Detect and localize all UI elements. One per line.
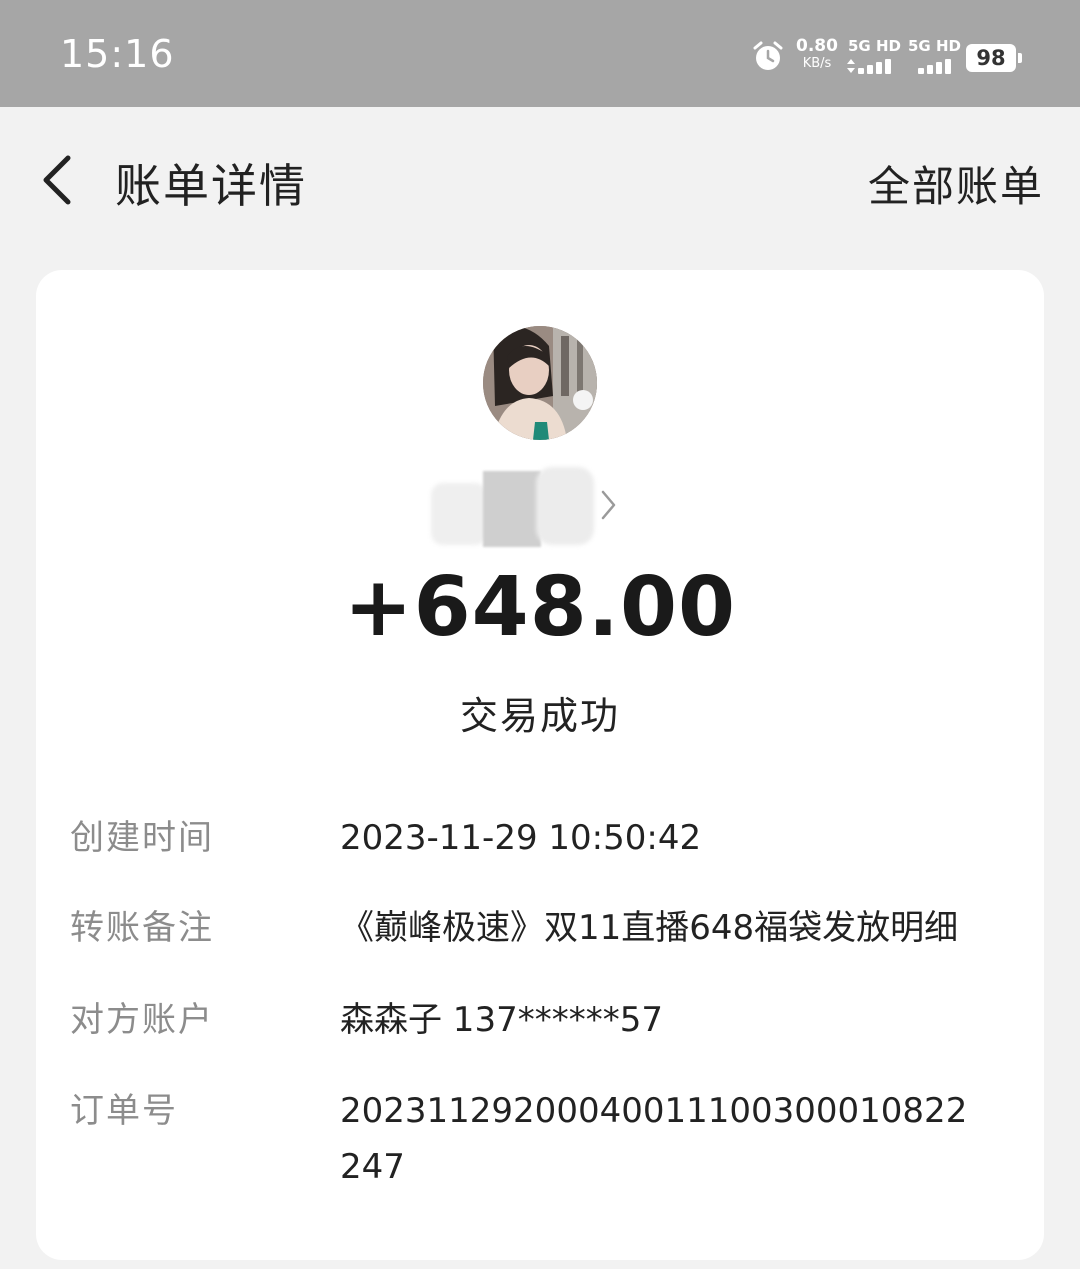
bill-detail-card: +648.00 交易成功 创建时间 2023-11-29 10:50:42 转账… xyxy=(36,270,1044,1260)
back-arrow-icon[interactable] xyxy=(36,150,80,210)
detail-label: 订单号 xyxy=(70,1091,178,1131)
all-bills-link[interactable]: 全部账单 xyxy=(868,153,1044,214)
counterparty-name-blurred[interactable] xyxy=(431,465,597,553)
alarm-clock-icon xyxy=(753,41,783,70)
detail-value[interactable]: 20231129200040011100300010822247 xyxy=(340,1083,980,1195)
network-speed-value: 0.80 xyxy=(796,36,838,56)
detail-label: 转账备注 xyxy=(70,908,214,948)
network-speed: 0.80 KB/s xyxy=(796,38,838,72)
detail-value: 《巅峰极速》双11直播648福袋发放明细 xyxy=(340,908,959,948)
chevron-right-icon[interactable] xyxy=(600,488,618,522)
sim1-network-label: 5G HD xyxy=(848,37,901,55)
status-time: 15:16 xyxy=(60,32,175,76)
sim2-signal: 5G HD xyxy=(908,37,961,74)
network-speed-unit: KB/s xyxy=(802,56,832,71)
detail-label: 创建时间 xyxy=(70,818,214,858)
page-title: 账单详情 xyxy=(115,159,307,213)
detail-label: 对方账户 xyxy=(70,1000,214,1040)
signal-bars-icon xyxy=(918,58,958,74)
transaction-status: 交易成功 xyxy=(459,694,620,738)
detail-row-counterparty-account: 对方账户 森森子 137******57 xyxy=(70,992,1020,1083)
detail-row-created-time: 创建时间 2023-11-29 10:50:42 xyxy=(70,810,1020,900)
sim1-signal: 5G HD xyxy=(847,37,901,74)
signal-bars-icon xyxy=(847,58,898,74)
detail-value: 森森子 137******57 xyxy=(340,1000,663,1040)
avatar[interactable] xyxy=(483,326,597,440)
sim2-network-label: 5G HD xyxy=(908,37,961,55)
transaction-amount: +648.00 xyxy=(343,560,737,655)
battery-indicator: 98 xyxy=(966,44,1022,72)
status-bar: 15:16 0.80 KB/s 5G HD 5G HD 98 xyxy=(0,0,1080,107)
detail-value: 2023-11-29 10:50:42 xyxy=(340,818,702,858)
detail-list: 创建时间 2023-11-29 10:50:42 转账备注 《巅峰极速》双11直… xyxy=(70,810,1020,1203)
detail-row-order-number: 订单号 20231129200040011100300010822247 xyxy=(70,1083,1020,1203)
detail-row-transfer-note: 转账备注 《巅峰极速》双11直播648福袋发放明细 xyxy=(70,900,1020,992)
